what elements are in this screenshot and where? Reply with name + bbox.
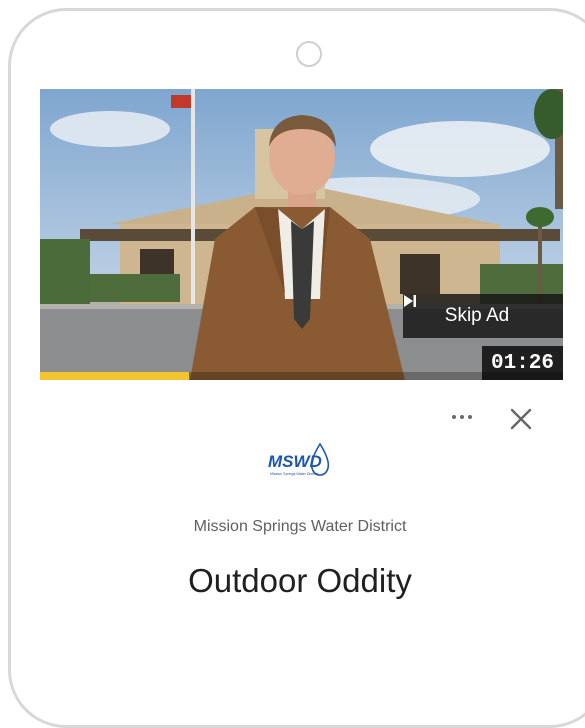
skip-ad-button[interactable]: Skip Ad xyxy=(403,294,563,338)
svg-text:Mission Springs Water District: Mission Springs Water District xyxy=(270,472,318,476)
ad-progress-fill xyxy=(40,372,190,380)
ad-progress-bar xyxy=(40,372,563,380)
video-player[interactable]: Skip Ad 01:26 xyxy=(40,89,563,380)
advertiser-logo: MSWD Mission Springs Water District xyxy=(266,442,338,482)
camera-icon xyxy=(296,41,322,67)
svg-text:MSWD: MSWD xyxy=(268,452,322,471)
ad-title: Outdoor Oddity xyxy=(188,562,412,599)
close-icon[interactable] xyxy=(508,406,534,432)
advertiser-name: Mission Springs Water District xyxy=(193,518,407,535)
skip-ad-label: Skip Ad xyxy=(444,305,510,326)
more-options-icon[interactable] xyxy=(448,405,476,429)
